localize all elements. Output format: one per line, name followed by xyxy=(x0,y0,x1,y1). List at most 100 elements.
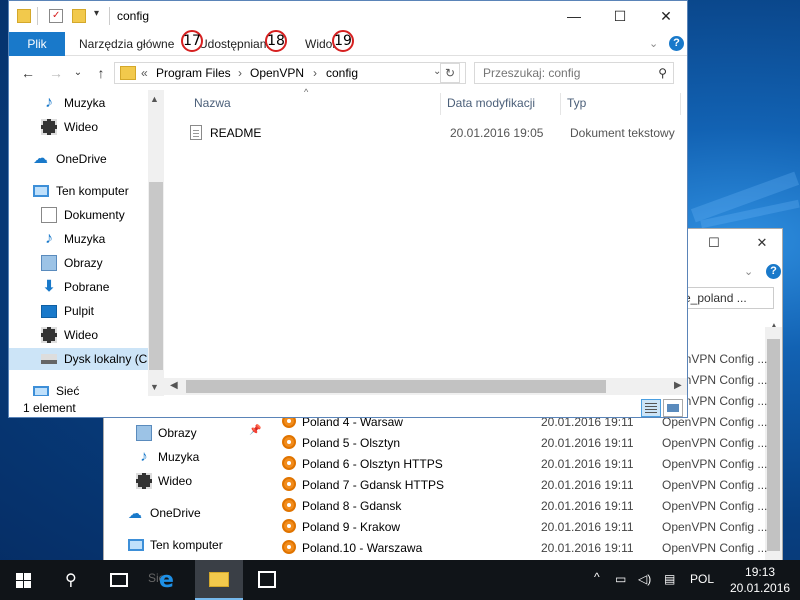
new-folder-icon[interactable] xyxy=(72,9,86,23)
clock[interactable]: 19:13 20.01.2016 xyxy=(730,564,790,596)
sidebar-item-pulpit[interactable]: Pulpit xyxy=(9,300,148,322)
breadcrumb-separator-icon[interactable]: › xyxy=(313,66,317,80)
sidebar-item-dysk-lokalny[interactable]: Dysk lokalny (C:) xyxy=(9,348,155,370)
refresh-icon[interactable]: ↻ xyxy=(440,63,460,83)
taskbar-file-explorer[interactable] xyxy=(195,560,243,600)
file-row-readme[interactable]: README 20.01.2016 19:05 Dokument tekstow… xyxy=(184,122,684,144)
breadcrumb-program-files[interactable]: Program Files xyxy=(156,66,231,80)
sidebar-item-label: Muzyka xyxy=(64,96,106,110)
back-sidebar-item-onedrive[interactable]: ☁ OneDrive xyxy=(128,502,201,524)
sidebar-item-label: OneDrive xyxy=(56,152,107,166)
scroll-left-arrow-icon[interactable]: ◀ xyxy=(170,380,178,391)
action-center-icon[interactable]: ▤ xyxy=(664,572,675,586)
column-divider[interactable] xyxy=(440,93,441,115)
sidebar-item-label: Muzyka xyxy=(64,232,106,246)
back-window-row[interactable]: Poland 8 - Gdansk 20.01.2016 19:11 OpenV… xyxy=(264,495,769,516)
column-header-date[interactable]: Data modyfikacji xyxy=(447,96,535,110)
breadcrumb-separator-icon[interactable]: › xyxy=(238,66,242,80)
back-sidebar-item-muzyka[interactable]: ♪ Muzyka xyxy=(136,446,199,468)
back-row-date: 20.01.2016 19:11 xyxy=(541,541,634,555)
taskbar-store[interactable] xyxy=(243,560,291,600)
horizontal-scroll-thumb[interactable] xyxy=(186,380,606,393)
sidebar-item-dokumenty[interactable]: Dokumenty xyxy=(9,204,148,226)
back-row-name: Poland 5 - Olsztyn xyxy=(302,436,401,450)
navigation-pane: ♪ Muzyka Wideo ☁ OneDrive Ten komputer D… xyxy=(9,90,164,398)
properties-icon[interactable]: ✓ xyxy=(49,9,63,23)
sidebar-item-muzyka[interactable]: ♪ Muzyka xyxy=(9,92,148,114)
back-sidebar-label: Obrazy xyxy=(158,426,197,440)
back-row-name: Poland.10 - Warszawa xyxy=(302,541,423,555)
language-indicator[interactable]: POL xyxy=(690,572,714,586)
desktop-icon xyxy=(41,304,57,318)
back-sidebar-item-wideo[interactable]: Wideo xyxy=(136,470,192,492)
back-window-row[interactable]: Poland 7 - Gdansk HTTPS 20.01.2016 19:11… xyxy=(264,474,769,495)
pin-icon[interactable]: 📌 xyxy=(249,425,261,436)
back-window-row[interactable]: Poland 6 - Olsztyn HTTPS 20.01.2016 19:1… xyxy=(264,453,769,474)
video-icon xyxy=(41,327,57,343)
explorer-window[interactable]: ✓ ▾ config — ☐ ✕ Plik Narzędzia główne U… xyxy=(8,0,688,418)
sidebar-item-label: Wideo xyxy=(64,120,99,134)
column-divider[interactable] xyxy=(560,93,561,115)
navigation-pane-scroll-thumb[interactable] xyxy=(149,182,163,370)
scroll-up-arrow-icon[interactable]: ▲ xyxy=(150,94,159,104)
column-header-type[interactable]: Typ xyxy=(567,96,586,110)
onedrive-icon: ☁ xyxy=(128,505,142,521)
back-arrow-icon[interactable]: ← xyxy=(19,65,37,81)
sidebar-item-ten-komputer[interactable]: Ten komputer xyxy=(9,180,148,202)
customize-quick-access-icon[interactable]: ▾ xyxy=(94,8,99,19)
volume-icon[interactable]: ◁) xyxy=(638,572,651,586)
network-tray-icon[interactable]: ▭ xyxy=(615,572,626,586)
help-icon[interactable]: ? xyxy=(669,36,684,51)
sidebar-item-label: Dysk lokalny (C:) xyxy=(64,352,155,366)
breadcrumb-config[interactable]: config xyxy=(326,66,358,80)
file-list-horizontal-scrollbar[interactable]: ◀ ▶ xyxy=(164,378,687,395)
start-button[interactable] xyxy=(0,560,48,600)
maximize-button[interactable]: ☐ xyxy=(597,1,643,32)
back-window-row[interactable]: Poland 9 - Krakow 20.01.2016 19:11 OpenV… xyxy=(264,516,769,537)
back-row-name: Poland 6 - Olsztyn HTTPS xyxy=(302,457,443,471)
sidebar-item-onedrive[interactable]: ☁ OneDrive xyxy=(9,148,148,170)
forward-arrow-icon[interactable]: → xyxy=(47,65,65,81)
address-bar[interactable]: « Program Files › OpenVPN › config ⌄ xyxy=(114,62,466,84)
up-arrow-icon[interactable]: ↑ xyxy=(92,65,110,81)
scroll-down-arrow-icon[interactable]: ▼ xyxy=(150,382,159,392)
close-button[interactable]: ✕ xyxy=(643,1,687,32)
sidebar-item-muzyka-2[interactable]: ♪ Muzyka xyxy=(9,228,148,250)
task-view-button[interactable] xyxy=(96,560,144,600)
column-header-name[interactable]: Nazwa xyxy=(194,96,231,110)
back-window-row[interactable]: Poland 5 - Olsztyn 20.01.2016 19:11 Open… xyxy=(264,432,769,453)
navigation-pane-scrollbar[interactable]: ▲ ▼ xyxy=(148,90,164,396)
search-taskbar-button[interactable]: ⚲ xyxy=(48,560,96,600)
back-window-row[interactable]: Poland.10 - Warszawa 20.01.2016 19:11 Op… xyxy=(264,537,769,558)
details-view-button[interactable] xyxy=(641,399,661,417)
column-divider[interactable] xyxy=(680,93,681,115)
search-icon[interactable]: ⚲ xyxy=(658,66,667,80)
back-sidebar-item-obrazy[interactable]: Obrazy 📌 xyxy=(136,422,261,444)
breadcrumb-openvpn[interactable]: OpenVPN xyxy=(250,66,304,80)
scroll-right-arrow-icon[interactable]: ▶ xyxy=(674,380,682,391)
search-box[interactable]: ⚲ xyxy=(474,62,674,84)
minimize-button[interactable]: — xyxy=(551,1,597,32)
window-titlebar[interactable]: ✓ ▾ config — ☐ ✕ xyxy=(9,1,687,32)
drive-icon xyxy=(41,354,57,364)
large-icons-view-button[interactable] xyxy=(663,399,683,417)
taskbar-edge[interactable]: e xyxy=(144,560,192,600)
search-input[interactable] xyxy=(475,63,650,83)
documents-icon xyxy=(41,207,57,223)
back-row-date: 20.01.2016 19:11 xyxy=(541,436,634,450)
sidebar-item-pobrane[interactable]: ⬇ Pobrane xyxy=(9,276,148,298)
breadcrumb-overflow-icon[interactable]: « xyxy=(141,66,148,80)
sidebar-item-label: Ten komputer xyxy=(56,184,129,198)
video-icon xyxy=(136,473,152,489)
recent-locations-chevron-icon[interactable]: ⌄ xyxy=(69,67,87,78)
tab-file[interactable]: Plik xyxy=(9,32,65,56)
back-sidebar-item-computer[interactable]: Ten komputer xyxy=(128,534,223,556)
sidebar-item-obrazy[interactable]: Obrazy xyxy=(9,252,148,274)
tab-home[interactable]: Narzędzia główne xyxy=(79,37,174,51)
sidebar-item-wideo[interactable]: Wideo xyxy=(9,116,148,138)
downloads-icon: ⬇ xyxy=(42,278,56,295)
show-hidden-icons-icon[interactable]: ^ xyxy=(594,570,600,584)
sidebar-item-wideo-2[interactable]: Wideo xyxy=(9,324,148,346)
folder-icon xyxy=(17,9,31,23)
expand-ribbon-chevron-icon[interactable]: ⌄ xyxy=(649,37,658,50)
